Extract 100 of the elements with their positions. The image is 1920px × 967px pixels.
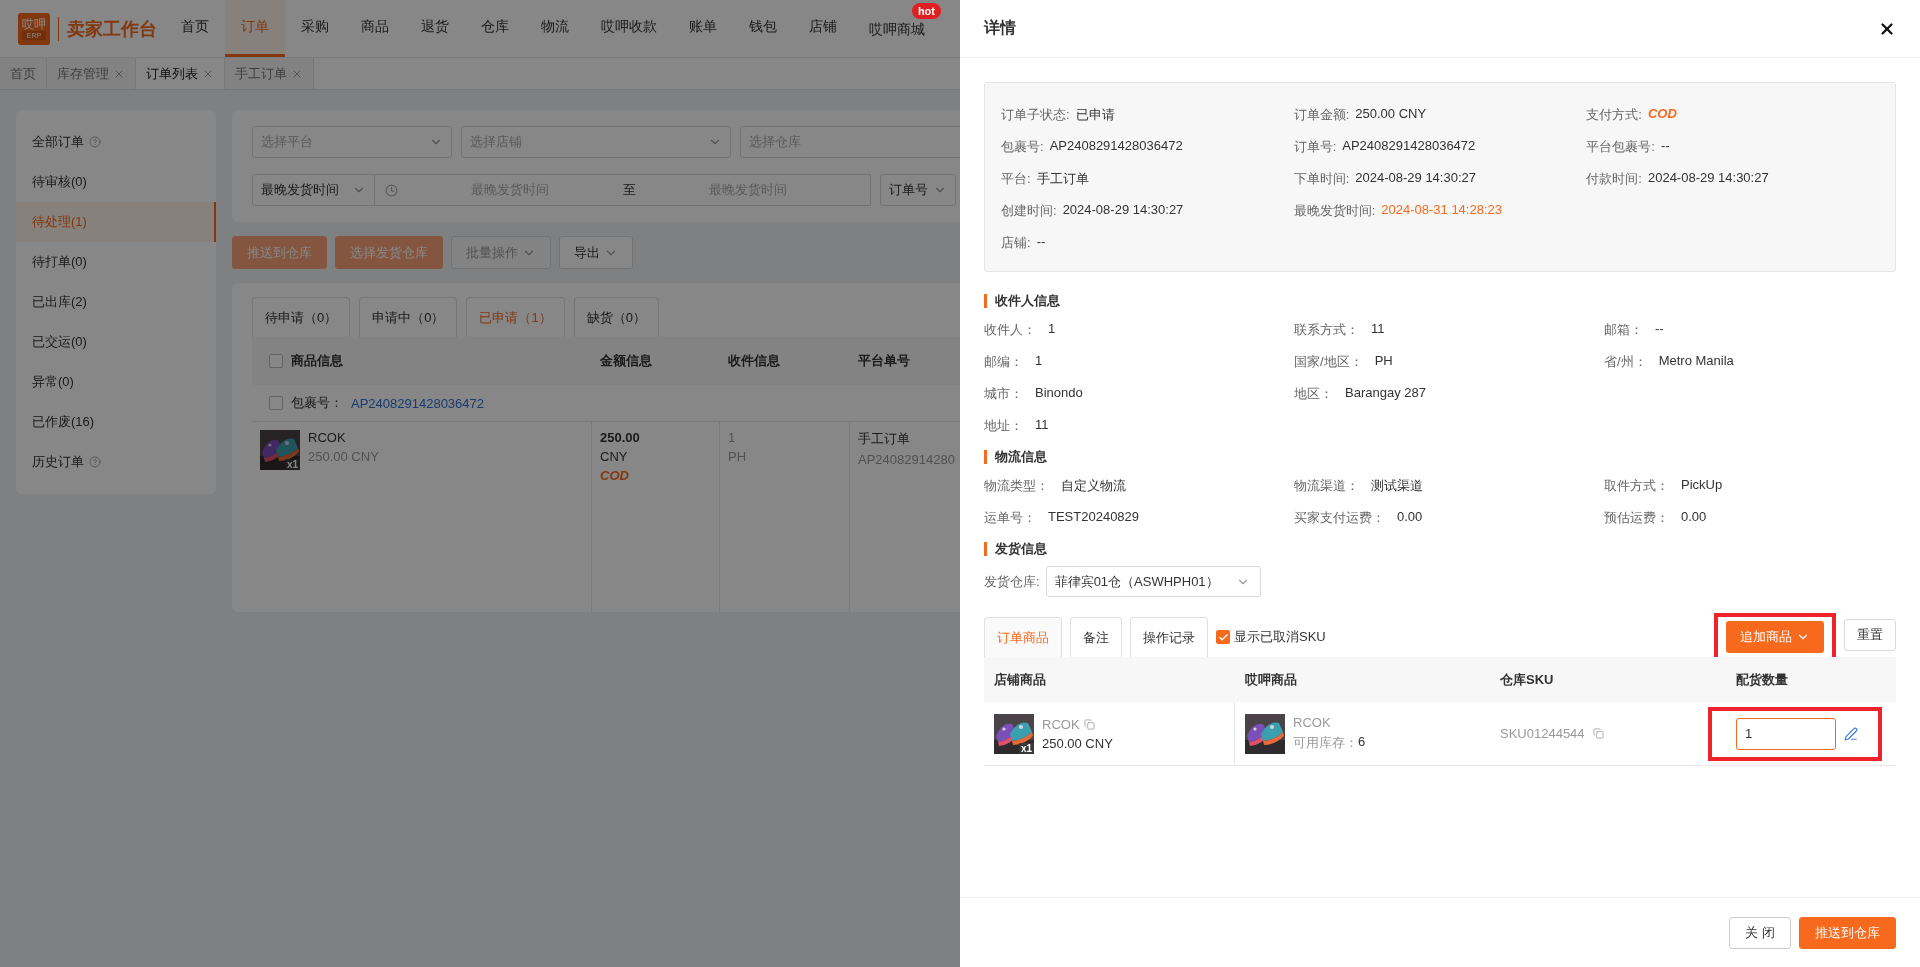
quantity-input[interactable]: 1 — [1736, 717, 1836, 750]
column-header: 哎呷商品 — [1245, 671, 1297, 687]
field-label: 付款时间: — [1586, 170, 1642, 188]
column-header: 金额信息 — [600, 352, 652, 370]
field-label: 下单时间: — [1293, 170, 1350, 188]
stock-value: 6 — [1358, 734, 1366, 751]
field-label: 国家/地区： — [1294, 353, 1363, 371]
stock-label: 可用库存： — [1293, 734, 1358, 752]
drawer-title: 详情 — [984, 18, 1016, 38]
field-label: 运单号： — [984, 509, 1036, 527]
brand-name: 卖家工作台 — [58, 16, 157, 41]
currency-text: CNY — [600, 449, 629, 464]
field-value: 自定义物流 — [1061, 477, 1126, 495]
field-label: 物流类型： — [984, 477, 1049, 495]
product-name: RCOK — [1042, 716, 1080, 732]
product-name: RCOK — [1293, 715, 1332, 730]
page-tab[interactable]: 手工订单 — [225, 58, 314, 89]
package-link[interactable]: AP2408291428036472 — [351, 395, 485, 411]
field-value: 1 — [1048, 321, 1056, 338]
column-header: 配货数量 — [1735, 671, 1788, 687]
field-label: 省/州： — [1604, 353, 1647, 371]
quantity-badge: x1 — [1018, 742, 1034, 754]
field-value: Binondo — [1035, 385, 1083, 402]
nav-item[interactable]: 店铺 — [793, 0, 853, 57]
date-type-select[interactable]: 最晚发货时间 — [252, 174, 375, 206]
field-value: 250.00 CNY — [1355, 106, 1427, 123]
field-label: 平台包裹号: — [1586, 138, 1655, 156]
sidebar-item[interactable]: 已交运(0) — [16, 322, 216, 362]
tab[interactable]: 订单商品 — [984, 617, 1062, 657]
field-label: 订单金额: — [1293, 106, 1350, 124]
nav-item[interactable]: 采购 — [285, 0, 345, 57]
nav-item[interactable]: 首页 — [165, 0, 225, 57]
reset-button[interactable]: 重置 — [1844, 619, 1896, 651]
field-value: 11 — [1371, 321, 1385, 338]
sidebar-item[interactable]: 异常(0) — [16, 362, 216, 402]
nav-item[interactable]: 退货 — [405, 0, 465, 57]
checkbox[interactable] — [269, 354, 283, 368]
push-button[interactable]: 推送到仓库 — [1799, 916, 1896, 949]
field-label: 订单号: — [1293, 138, 1337, 156]
sidebar-item[interactable]: 已出库(2) — [16, 282, 216, 322]
column-header: 店铺商品 — [994, 671, 1046, 687]
field-label: 发货仓库: — [984, 572, 1040, 591]
order-field-select[interactable]: 订单号 — [880, 174, 956, 206]
field-label: 物流渠道： — [1294, 477, 1359, 495]
nav-item[interactable]: 哎呷收款 — [585, 0, 673, 57]
page-tab[interactable]: 库存管理 — [47, 58, 136, 89]
sidebar-item[interactable]: 待打单(0) — [16, 242, 216, 282]
field-label: 邮编： — [984, 353, 1023, 371]
field-label: 订单子状态: — [1001, 106, 1070, 124]
field-value: 手工订单 — [1036, 170, 1089, 188]
field-label: 城市： — [984, 385, 1023, 403]
sidebar-item[interactable]: 历史订单 — [16, 442, 216, 482]
field-value: Barangay 287 — [1345, 385, 1426, 402]
sidebar-item[interactable]: 待审核(0) — [16, 162, 216, 202]
field-value: 11 — [1035, 417, 1049, 434]
nav-item[interactable]: 账单 — [673, 0, 733, 57]
product-name: RCOK — [308, 430, 347, 445]
tab[interactable]: 操作记录 — [1130, 617, 1208, 657]
quantity-badge: x1 — [284, 459, 300, 470]
package-label: 包裹号： — [291, 394, 343, 412]
field-value: 已申请 — [1075, 106, 1115, 124]
field-value: PickUp — [1681, 477, 1723, 494]
field-value: 2024-08-31 14:28:23 — [1381, 202, 1502, 219]
field-value: AP2408291428036472 — [1049, 138, 1183, 155]
field-label: 创建时间: — [1001, 202, 1057, 220]
nav-item[interactable]: 商品 — [345, 0, 405, 57]
payment-method: COD — [600, 468, 630, 483]
field-label: 平台: — [1001, 170, 1031, 188]
copy-icon[interactable] — [1083, 718, 1095, 730]
nav-item[interactable]: 物流 — [525, 0, 585, 57]
sku-text: SKU01244544 — [1500, 726, 1585, 741]
product-price: 250.00 CNY — [1042, 735, 1113, 751]
add-product-button[interactable]: 追加商品 — [1726, 621, 1824, 653]
amount-text: 250.00 — [600, 430, 641, 445]
nav-item[interactable]: 仓库 — [465, 0, 525, 57]
edit-icon[interactable] — [1844, 726, 1858, 741]
field-value: 2024-08-29 14:30:27 — [1062, 202, 1184, 219]
help-icon — [89, 456, 101, 468]
copy-icon[interactable] — [1592, 728, 1604, 739]
field-value: 0.00 — [1681, 509, 1707, 526]
sidebar-item[interactable]: 已作废(16) — [16, 402, 216, 442]
field-value: -- — [1655, 321, 1664, 338]
nav-item[interactable]: 钱包 — [733, 0, 793, 57]
warehouse-select[interactable]: 菲律宾01仓（ASWHPH01） — [1045, 566, 1261, 597]
tab[interactable]: 备注 — [1070, 617, 1122, 657]
checkbox[interactable] — [269, 396, 283, 410]
field-label: 地址： — [984, 417, 1023, 435]
field-label: 取件方式： — [1604, 477, 1669, 495]
page-tab[interactable]: 首页 — [0, 58, 47, 89]
close-button[interactable]: 关 闭 — [1729, 916, 1791, 949]
checkbox[interactable] — [1216, 630, 1230, 644]
field-label: 支付方式: — [1586, 106, 1642, 124]
column-header: 平台单号 — [858, 352, 910, 370]
column-header: 商品信息 — [291, 352, 343, 370]
field-value: PH — [1374, 353, 1393, 370]
sidebar-item[interactable]: 全部订单 — [16, 122, 216, 162]
nav-item[interactable]: 哎呷商城 — [853, 21, 941, 57]
field-value: 测试渠道 — [1371, 477, 1423, 495]
action-button[interactable]: 导出 — [559, 236, 633, 269]
field-value: 2024-08-29 14:30:27 — [1355, 170, 1476, 187]
